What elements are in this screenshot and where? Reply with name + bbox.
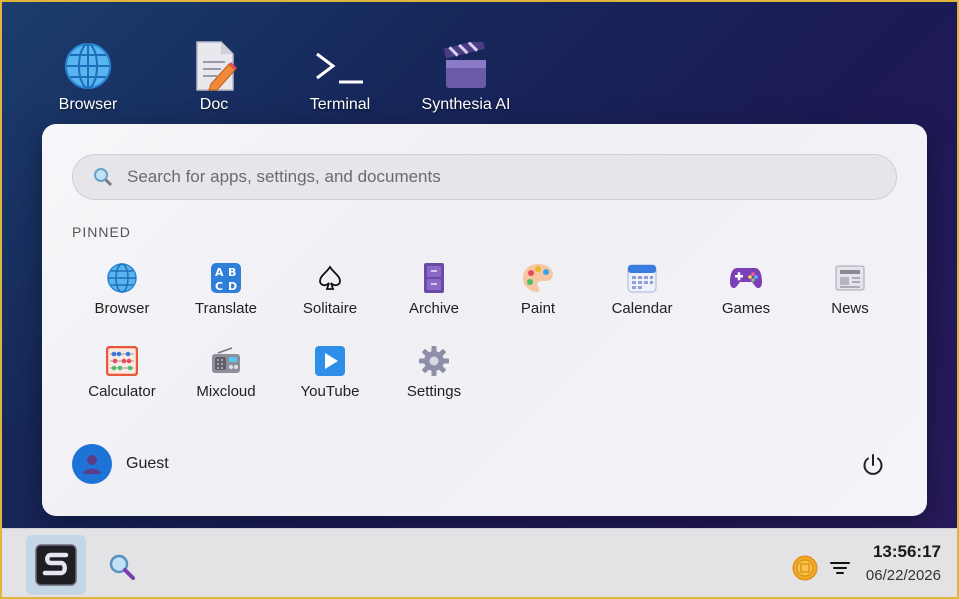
pinned-app-archive[interactable]: Archive <box>382 258 486 334</box>
translate-icon: A B C D <box>174 260 278 296</box>
app-label: Mixcloud <box>196 383 256 400</box>
pinned-app-games[interactable]: Games <box>694 258 798 334</box>
coin-icon[interactable] <box>792 555 818 581</box>
pinned-app-translate[interactable]: A B C D Translate <box>174 258 278 334</box>
app-label: Settings <box>406 383 462 400</box>
file-cabinet-icon <box>382 260 486 296</box>
pinned-app-solitaire[interactable]: Solitaire <box>278 258 382 334</box>
start-button[interactable] <box>26 535 86 595</box>
terminal-icon <box>285 38 395 94</box>
desktop-icon-synthesia-ai[interactable]: Synthesia AI <box>411 38 521 114</box>
pinned-app-news[interactable]: News <box>798 258 902 334</box>
desktop-icon-browser[interactable]: Browser <box>33 38 143 114</box>
spade-icon <box>278 260 382 296</box>
globe-icon <box>70 260 174 296</box>
taskbar-search-button[interactable] <box>106 551 138 583</box>
gamepad-icon <box>694 260 798 296</box>
calendar-icon <box>590 260 694 296</box>
globe-icon <box>33 38 143 94</box>
svg-text:A: A <box>215 266 224 279</box>
app-label: YouTube <box>300 383 360 400</box>
gear-icon <box>382 343 486 379</box>
app-label: Browser <box>94 300 150 317</box>
pinned-app-paint[interactable]: Paint <box>486 258 590 334</box>
start-logo-icon <box>35 544 77 586</box>
app-label: Paint <box>520 300 556 317</box>
app-label: Solitaire <box>302 300 358 317</box>
desktop-icon-label: Terminal <box>309 96 371 113</box>
avatar <box>72 444 112 484</box>
pinned-app-browser[interactable]: Browser <box>70 258 174 334</box>
desktop-icon-label: Browser <box>58 96 118 113</box>
clapperboard-icon <box>411 38 521 94</box>
pinned-app-settings[interactable]: Settings <box>382 341 486 417</box>
pinned-app-calculator[interactable]: Calculator <box>70 341 174 417</box>
search-input[interactable] <box>127 167 827 187</box>
start-menu: PINNED Browser A B C D <box>42 124 927 516</box>
taskbar: 13:56:17 06/22/2026 <box>2 528 957 597</box>
desktop-icon-label: Synthesia AI <box>421 96 511 113</box>
taskbar-clock[interactable]: 13:56:17 06/22/2026 <box>866 542 941 584</box>
app-label: Calendar <box>611 300 673 317</box>
document-icon <box>159 38 269 94</box>
abacus-icon <box>70 343 174 379</box>
pinned-app-calendar[interactable]: Calendar <box>590 258 694 334</box>
play-icon <box>278 343 382 379</box>
app-label: Calculator <box>88 383 156 400</box>
clock-date: 06/22/2026 <box>865 567 941 584</box>
svg-text:B: B <box>228 266 236 279</box>
pinned-app-mixcloud[interactable]: Mixcloud <box>174 341 278 417</box>
search-bar[interactable] <box>72 154 897 200</box>
palette-icon <box>486 260 590 296</box>
app-label: Translate <box>195 300 257 317</box>
app-label: Games <box>721 300 771 317</box>
user-name: Guest <box>126 455 169 472</box>
pinned-app-youtube[interactable]: YouTube <box>278 341 382 417</box>
desktop-icon-label: Doc <box>199 96 229 113</box>
search-icon <box>93 166 115 188</box>
search-icon <box>109 554 135 580</box>
wifi-icon[interactable] <box>828 559 852 579</box>
radio-icon <box>174 343 278 379</box>
power-icon <box>863 454 883 475</box>
newspaper-icon <box>798 260 902 296</box>
power-button[interactable] <box>858 450 888 480</box>
app-label: Archive <box>408 300 460 317</box>
user-icon <box>83 455 101 474</box>
svg-text:D: D <box>228 280 237 293</box>
user-account[interactable]: Guest <box>72 444 169 484</box>
clock-time: 13:56:17 <box>872 542 941 561</box>
pinned-heading: PINNED <box>72 224 131 240</box>
desktop-icon-terminal[interactable]: Terminal <box>285 38 395 114</box>
desktop-icon-doc[interactable]: Doc <box>159 38 269 114</box>
app-label: News <box>831 300 869 317</box>
svg-text:C: C <box>215 280 223 293</box>
